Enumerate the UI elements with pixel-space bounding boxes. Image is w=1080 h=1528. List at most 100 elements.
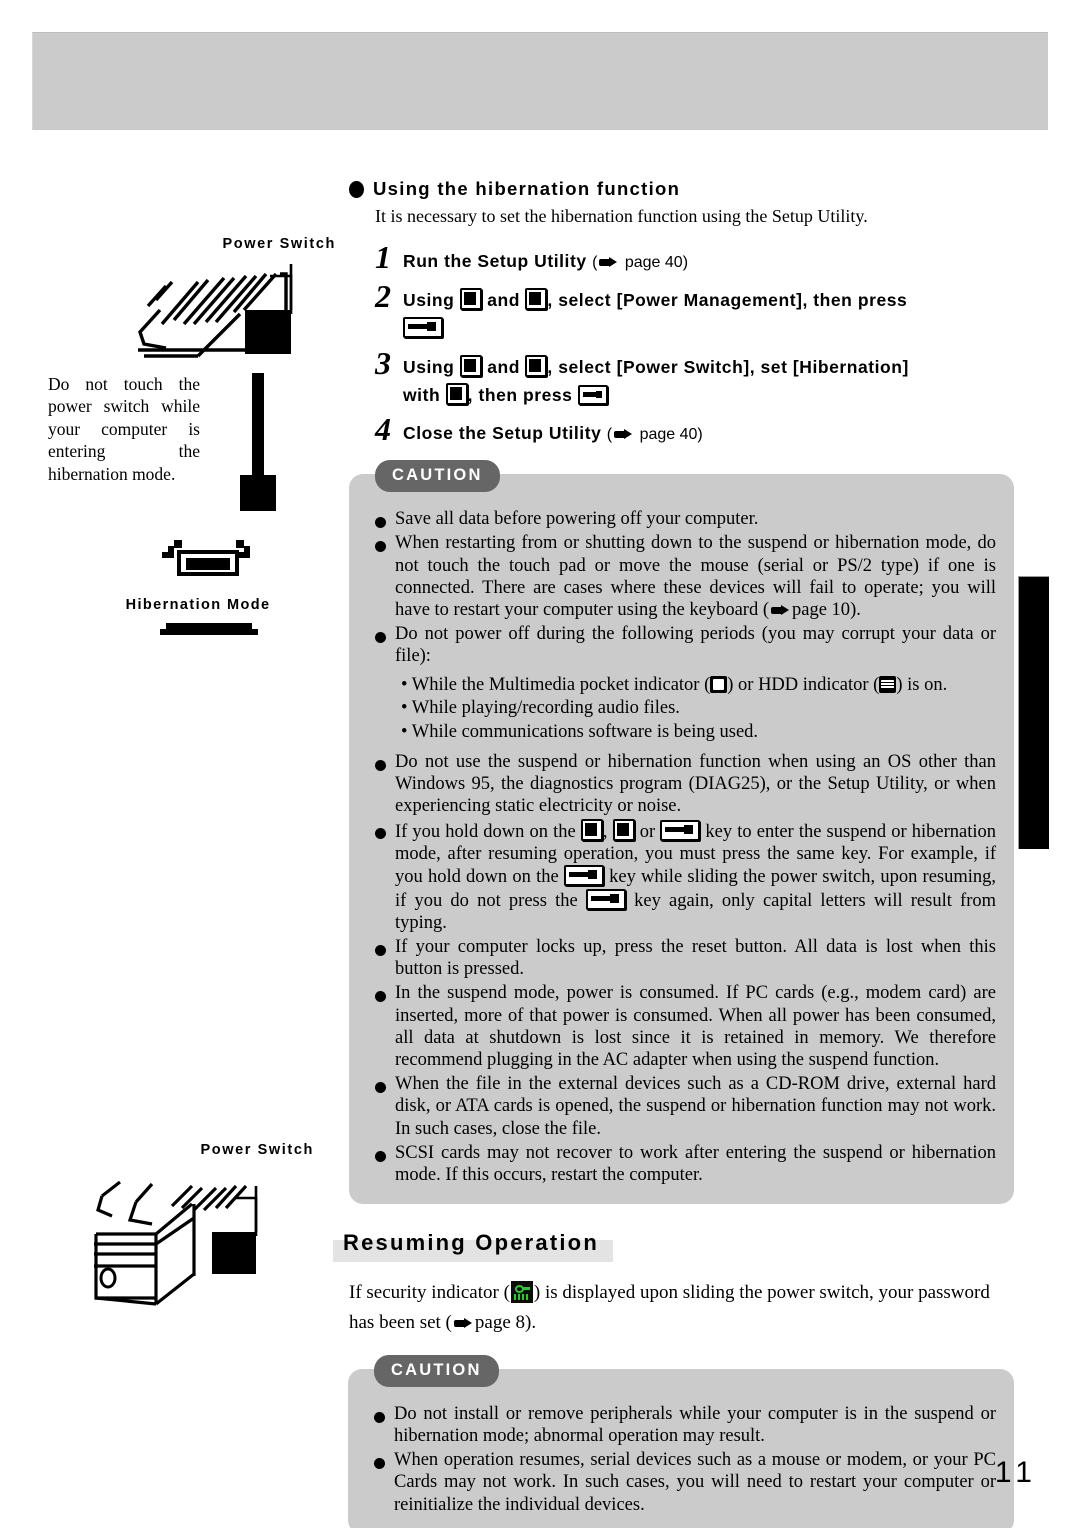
numlock-key-icon (612, 819, 635, 842)
caution-item-text: Do not power off during the following pe… (395, 624, 996, 667)
step-text: Run the Setup Utility ( page 40) (403, 243, 688, 276)
caution-item: If you hold down on the , or key to ente… (375, 819, 996, 934)
resuming-operation-section: Resuming Operation (333, 1226, 1014, 1263)
step-2-using: Using (403, 289, 455, 310)
step-3-with: with (403, 384, 441, 405)
caution-item-text: When the file in the external devices su… (395, 1074, 996, 1139)
step-text: Using and , select [Power Management], t… (403, 282, 907, 343)
caution-item: Do not install or remove peripherals whi… (374, 1403, 996, 1447)
step-item: 4 Close the Setup Utility ( page 40) (375, 413, 1014, 448)
step-3-using: Using (403, 356, 455, 377)
caution-bullet-icon (375, 991, 386, 1003)
page-pointer-icon (599, 257, 618, 268)
laptop-line-art-top (138, 264, 293, 358)
section-heading: Using the hibernation function (349, 178, 1014, 200)
chapter-edge-tab (1018, 576, 1049, 849)
page-pointer-icon (614, 429, 633, 440)
page-pointer-icon (453, 1318, 473, 1329)
page-number: 11 (994, 1456, 1038, 1489)
part-c: or (639, 822, 656, 843)
space-key-icon (445, 382, 468, 405)
security-indicator-icon (510, 1281, 533, 1304)
step-list: 1 Run the Setup Utility ( page 40) 2 Usi… (375, 239, 1014, 448)
left-illustration-column: Power Switch Do not touch the power swit… (48, 236, 348, 646)
manual-page: Power Switch Do not touch the power swit… (0, 0, 1080, 1528)
step-4-text: Close the Setup Utility (403, 423, 602, 444)
down-arrow-icon (218, 373, 300, 524)
step-number: 1 (375, 239, 391, 275)
caution-item: When operation resumes, serial devices s… (374, 1449, 996, 1516)
caution-item-text: If you hold down on the , or key to ente… (395, 819, 996, 934)
section-intro: It is necessary to set the hibernation f… (375, 206, 868, 226)
power-switch-label-bottom: Power Switch (200, 1142, 314, 1158)
caution-item-text: In the suspend mode, power is consumed. … (395, 983, 996, 1070)
caution-badge: CAUTION (374, 1354, 499, 1387)
step-2-tail: , select [Power Management], then press (547, 289, 908, 310)
arrow-left-right-key-icon (525, 354, 548, 377)
caution-bullet-icon (375, 541, 386, 553)
resuming-body-ref: page 8 (474, 1312, 526, 1334)
caution-sub-item: • While communications software is being… (401, 721, 759, 742)
caution-sub-list: • While the Multimedia pocket indicator … (401, 674, 996, 745)
caution-badge: CAUTION (375, 460, 500, 493)
step-item: 3 Using and , select [Power Switch], set… (375, 344, 1014, 410)
caution-item-2-tail: ). (850, 599, 861, 620)
caution-bullet-icon (375, 828, 386, 840)
enter-key-icon (577, 384, 608, 405)
bottom-illustration-column: Power Switch (60, 1142, 350, 1323)
caution-item-2-ref: page 10 (792, 599, 851, 620)
caution-bullet-icon (375, 945, 386, 957)
caution-bullet-icon (375, 1082, 386, 1094)
sub-item-c: ) is on. (896, 674, 948, 695)
caution-item: Do not power off during the following pe… (375, 623, 996, 667)
resuming-body-a: If security indicator ( (349, 1282, 510, 1304)
caution-item-text: When operation resumes, serial devices s… (394, 1450, 996, 1515)
step-4-ref: ( page 40) (606, 426, 703, 444)
caution-item: Do not use the suspend or hibernation fu… (375, 751, 996, 818)
capslock-key-icon (585, 888, 626, 910)
arrow-up-down-key-icon (459, 287, 482, 310)
power-switch-warning-text: Do not touch the power switch while your… (48, 374, 200, 484)
enter-key-icon (403, 317, 443, 339)
power-switch-label-top: Power Switch (222, 236, 336, 252)
caution-item-text: Do not install or remove peripherals whi… (394, 1403, 996, 1447)
caution-sub-item: • While playing/recording audio files. (401, 698, 680, 719)
fn-key-icon (580, 819, 603, 842)
sub-item-a: • While the Multimedia pocket indicator … (401, 674, 711, 695)
section-bullet-icon (349, 180, 364, 198)
caution-item: When restarting from or shutting down to… (375, 532, 996, 621)
step-text: Close the Setup Utility ( page 40) (403, 415, 703, 448)
step-2-and: and (487, 289, 520, 310)
resuming-operation-heading: Resuming Operation (333, 1226, 613, 1263)
step-3-tail: , select [Power Switch], set [Hibernatio… (547, 356, 909, 377)
hibernation-base-bar (48, 615, 348, 646)
main-content-column: Using the hibernation function It is nec… (333, 178, 1014, 1528)
caution-item: Save all data before powering off your c… (375, 508, 996, 530)
capslock-key-icon (660, 820, 701, 842)
step-item: 1 Run the Setup Utility ( page 40) (375, 239, 1014, 276)
caution-panel-bottom: CAUTION Do not install or remove periphe… (348, 1354, 1014, 1528)
resuming-body-c: ). (525, 1312, 537, 1334)
sub-item-b: ) or HDD indicator ( (727, 674, 880, 695)
caution-item: SCSI cards may not recover to work after… (375, 1142, 996, 1186)
caution-item: If your computer locks up, press the res… (375, 936, 996, 980)
caution-bullet-icon (375, 517, 386, 529)
step-1-ref: ( page 40) (592, 254, 689, 271)
caution-item-text: When restarting from or shutting down to… (395, 532, 996, 621)
laptop-power-switch-illustration-top (48, 252, 348, 377)
caution-bullet-icon (375, 759, 386, 771)
arrow-up-down-key-icon (459, 354, 482, 377)
caution-item-text: Do not use the suspend or hibernation fu… (395, 751, 996, 816)
caution-item-text: If your computer locks up, press the res… (395, 937, 996, 980)
caution-bullet-icon (374, 1458, 385, 1470)
step-number: 3 (375, 344, 391, 381)
step-3-and: and (487, 356, 520, 377)
part-b: , (602, 822, 608, 843)
hdd-indicator-icon (879, 675, 897, 693)
step-item: 2 Using and , select [Power Management],… (375, 280, 1014, 343)
hibernation-mode-illustration (48, 526, 348, 597)
section-heading-text: Using the hibernation function (373, 178, 681, 199)
caution-item-2-body: When restarting from or shutting down to… (395, 533, 996, 620)
laptop-line-art-bottom (94, 1180, 258, 1306)
caution-item-text: Save all data before powering off your c… (395, 509, 759, 530)
